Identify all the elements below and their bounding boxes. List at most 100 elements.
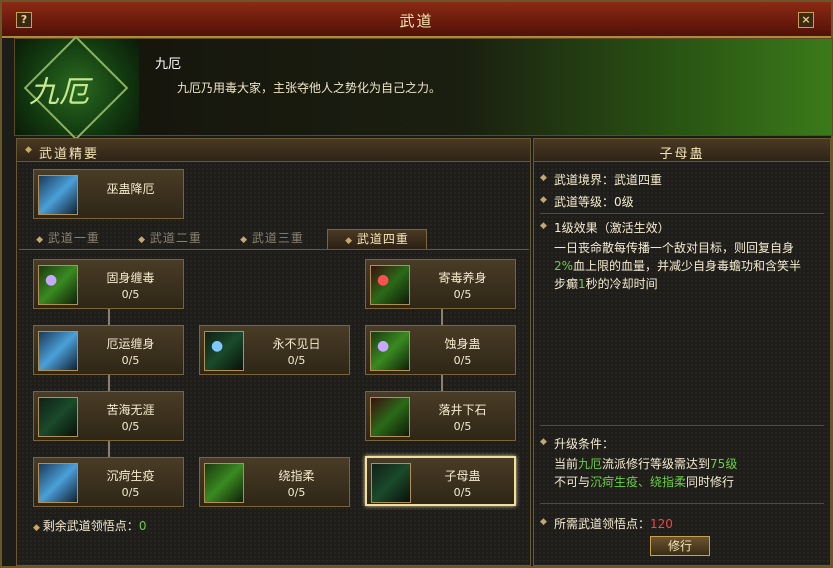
wudao-window: ? 武道 × 九厄 九厄 九厄乃用毒大家，主张夺他人之势化为自己之力。 ◆ 武道… <box>0 0 833 568</box>
effect-line-3-text: 秒的冷却时间 <box>585 277 658 291</box>
skill-slot[interactable]: ● 寄毒养身 0/5 <box>365 259 516 309</box>
diamond-bullet-icon: ◆ <box>540 517 547 527</box>
skill-slot[interactable]: 绕指柔 0/5 <box>199 457 350 507</box>
points-needed-line: 所需武道领悟点：120 <box>554 515 673 532</box>
blue-arm-icon <box>38 331 78 371</box>
remaining-points-value: 0 <box>138 519 147 533</box>
req2-skills: 沉疴生疫、绕指柔 <box>590 475 687 489</box>
blue-spirit-icon <box>38 175 78 215</box>
close-button[interactable]: × <box>798 12 814 28</box>
skill-name: 绕指柔 <box>278 469 315 483</box>
diamond-bullet-icon: ◆ <box>540 195 547 205</box>
req1-level: 75级 <box>710 457 738 471</box>
effect-seconds: 1 <box>578 277 586 291</box>
train-button[interactable]: 修行 <box>650 536 710 556</box>
tree-connector <box>108 309 110 325</box>
requirement-2: 不可与沉疴生疫、绕指柔同时修行 <box>554 473 734 490</box>
tab-tier-3-label: 武道三重 <box>251 231 304 245</box>
skill-name: 永不见日 <box>272 337 321 351</box>
points-needed-value: 120 <box>650 517 673 531</box>
divider <box>540 425 824 426</box>
req1-school: 九厄 <box>578 457 603 471</box>
poison-hand-icon: ● <box>38 265 78 305</box>
essence-panel-header: ◆ 武道精要 <box>17 139 530 162</box>
skill-name: 蚀身蛊 <box>444 337 481 351</box>
req1-pre: 当前 <box>554 457 579 471</box>
tab-tier-4-label: 武道四重 <box>356 232 409 246</box>
grade-label: 武道等级： <box>554 195 615 209</box>
skill-level: 0/5 <box>453 486 472 499</box>
diamond-bullet-icon: ◆ <box>25 145 32 155</box>
title-bar[interactable]: ? 武道 × <box>2 2 831 38</box>
req1-mid: 流派修行等级需达到 <box>602 457 711 471</box>
requirement-1: 当前九厄流派修行等级需达到75级 <box>554 455 737 472</box>
skill-level: 0/5 <box>121 354 140 367</box>
skill-name: 苦海无涯 <box>106 403 155 417</box>
skill-slot[interactable]: 厄运缠身 0/5 <box>33 325 184 375</box>
skill-slot[interactable]: 苦海无涯 0/5 <box>33 391 184 441</box>
effect-line-1: 一日丧命散每传播一个敌对目标，则回复自身 <box>554 241 795 255</box>
window-title: 武道 <box>399 12 434 30</box>
claw-icon <box>38 397 78 437</box>
skill-name: 寄毒养身 <box>438 271 487 285</box>
essence-skill[interactable]: 巫蛊降厄 <box>33 169 184 219</box>
effect-line-3-pre: 步癫 <box>554 277 579 291</box>
divider <box>540 213 824 214</box>
req2-rest: 同时修行 <box>686 475 735 489</box>
effect-line-2: 2%血上限的血量，并减少自身毒蟾功和含笑半 <box>554 257 801 274</box>
tree-connector <box>441 375 443 391</box>
effect-percent: 2% <box>554 259 574 273</box>
tab-tier-2-label: 武道二重 <box>149 231 202 245</box>
red-claw-icon: ● <box>370 265 410 305</box>
skill-level: 0/5 <box>121 420 140 433</box>
tree-connector <box>108 441 110 457</box>
diamond-bullet-icon: ◆ <box>540 437 547 447</box>
skill-name: 子母蛊 <box>444 469 481 483</box>
purple-arm-icon: ● <box>370 331 410 371</box>
tree-connector <box>108 375 110 391</box>
detail-panel-header: 子母蛊 <box>534 139 830 162</box>
skill-level: 0/5 <box>453 420 472 433</box>
school-description: 九厄乃用毒大家，主张夺他人之势化为自己之力。 <box>177 81 442 95</box>
essence-skill-name: 巫蛊降厄 <box>106 182 155 196</box>
tab-tier-4[interactable]: ◆ 武道四重 <box>327 229 427 249</box>
upgrade-title: 升级条件： <box>554 437 615 451</box>
skill-slot[interactable]: ● 永不见日 0/5 <box>199 325 350 375</box>
realm-line: 武道境界：武道四重 <box>554 171 662 188</box>
divider <box>540 503 824 504</box>
remaining-points-label: 剩余武道领悟点： <box>42 519 139 533</box>
grade-value: 0级 <box>614 195 634 209</box>
red-figure-icon <box>370 397 410 437</box>
grade-line: 武道等级：0级 <box>554 193 634 210</box>
skill-slot[interactable]: 沉疴生疫 0/5 <box>33 457 184 507</box>
tree-connector <box>441 309 443 325</box>
dark-arm-icon: ● <box>204 331 244 371</box>
points-needed-label: 所需武道领悟点： <box>554 517 651 531</box>
effect-line-3: 步癫1秒的冷却时间 <box>554 275 658 292</box>
school-name: 九厄 <box>155 57 182 72</box>
tab-tier-1[interactable]: ◆ 武道一重 <box>19 229 117 248</box>
tab-tier-3[interactable]: ◆ 武道三重 <box>223 229 321 248</box>
effect-title: 1级效果（激活生效） <box>554 221 670 235</box>
skill-slot[interactable]: ● 蚀身蛊 0/5 <box>365 325 516 375</box>
skill-slot-selected[interactable]: 子母蛊 0/5 <box>365 456 516 506</box>
essence-panel: ◆ 武道精要 巫蛊降厄 ◆ 武道一重 ◆ 武道二重 ◆ 武道三重 ◆ 武道四重 … <box>16 138 531 566</box>
green-hand-icon <box>204 463 244 503</box>
diamond-bullet-icon: ◆ <box>540 173 547 183</box>
skill-level: 0/5 <box>121 486 140 499</box>
skill-slot[interactable]: 落井下石 0/5 <box>365 391 516 441</box>
skill-name: 沉疴生疫 <box>106 469 155 483</box>
skill-level: 0/5 <box>287 486 306 499</box>
effect-line-2-text: 血上限的血量，并减少自身毒蟾功和含笑半 <box>573 259 802 273</box>
skill-name: 落井下石 <box>438 403 487 417</box>
school-header: 九厄 九厄 九厄乃用毒大家，主张夺他人之势化为自己之力。 <box>14 35 833 141</box>
skill-name: 固身缠毒 <box>106 271 155 285</box>
diamond-bullet-icon: ◆ <box>540 221 547 231</box>
diamond-bullet-icon: ◆ <box>33 523 43 533</box>
remaining-points: ◆ 剩余武道领悟点：0 <box>33 517 146 534</box>
req2-pre: 不可与 <box>554 475 591 489</box>
realm-label: 武道境界： <box>554 173 615 187</box>
skill-slot[interactable]: ● 固身缠毒 0/5 <box>33 259 184 309</box>
blue-slash-icon <box>38 463 78 503</box>
tab-tier-2[interactable]: ◆ 武道二重 <box>121 229 219 248</box>
